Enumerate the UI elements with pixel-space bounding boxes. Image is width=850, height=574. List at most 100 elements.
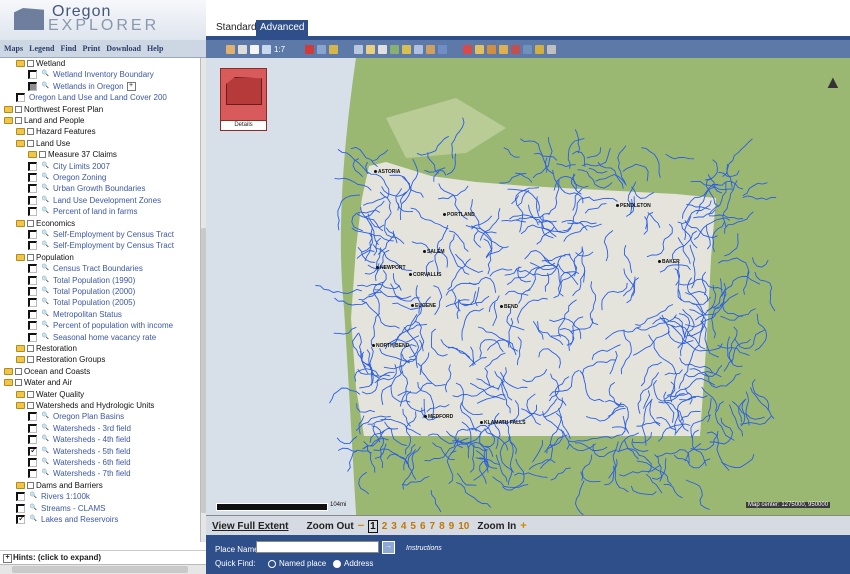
tree-label[interactable]: Wetland <box>36 58 65 69</box>
tree-group[interactable]: Restoration Groups <box>16 354 105 365</box>
pan-tool-icon[interactable] <box>250 44 259 54</box>
details-label[interactable]: Details <box>220 120 267 131</box>
folder-icon[interactable] <box>16 128 25 136</box>
tree-label[interactable]: Watersheds - 6th field <box>53 457 131 468</box>
tree-label[interactable]: Wetland Inventory Boundary <box>53 69 154 80</box>
menu-download[interactable]: Download <box>106 44 141 53</box>
tree-layer[interactable]: 🔍 Percent of population with income <box>28 320 173 331</box>
hints-label[interactable]: Hints: (click to expand) <box>13 553 101 562</box>
folder-icon[interactable] <box>28 151 37 159</box>
folder-icon[interactable] <box>16 402 25 409</box>
layer-checkbox[interactable] <box>28 445 38 456</box>
zoom-level-3[interactable]: 3 <box>391 521 397 532</box>
tree-label[interactable]: Water and Air <box>24 377 72 388</box>
tree-layer[interactable]: 🔍 Urban Growth Boundaries <box>28 183 146 194</box>
tree-label[interactable]: Seasonal home vacancy rate <box>53 332 156 343</box>
tree-label[interactable]: Percent of land in farms <box>53 206 137 217</box>
tree-layer[interactable]: 🔍 Self-Employment by Census Tract <box>28 240 174 251</box>
email-icon[interactable] <box>329 44 339 54</box>
tree-label[interactable]: Watersheds and Hydrologic Units <box>36 400 154 411</box>
select-icon[interactable] <box>390 44 400 54</box>
layer-checkbox[interactable] <box>28 70 37 80</box>
tree-layer[interactable]: 🔍 Land Use Development Zones <box>28 195 161 206</box>
group-checkbox[interactable] <box>15 117 22 124</box>
zoom-level-7[interactable]: 7 <box>430 521 436 532</box>
tree-layer[interactable]: 🔍 Oregon Plan Basins <box>28 411 124 422</box>
tree-layer[interactable]: 🔍 Watersheds - 4th field <box>28 434 131 445</box>
expand-icon[interactable]: + <box>3 554 12 563</box>
menu-maps[interactable]: Maps <box>4 44 23 53</box>
folder-icon[interactable] <box>16 219 25 227</box>
tree-layer[interactable]: 🔍 Metropolitan Status <box>28 309 122 320</box>
erase-icon[interactable] <box>547 44 557 54</box>
draw-polygon-icon[interactable] <box>487 44 497 54</box>
help-tool-icon[interactable] <box>438 44 448 54</box>
tree-layer[interactable]: 🔍 Oregon Zoning <box>28 172 106 183</box>
view-full-extent-link[interactable]: View Full Extent <box>212 521 289 532</box>
layer-info-icon[interactable]: 🔍 <box>41 321 50 330</box>
layer-info-icon[interactable]: 🔍 <box>29 515 38 524</box>
find-icon[interactable] <box>378 44 388 54</box>
layer-checkbox[interactable] <box>28 241 37 251</box>
tree-label[interactable]: Water Quality <box>36 389 84 400</box>
folder-icon[interactable] <box>16 139 25 147</box>
group-checkbox[interactable] <box>27 402 34 409</box>
measure-icon[interactable] <box>414 44 424 54</box>
menu-print[interactable]: Print <box>82 44 100 53</box>
identify-icon[interactable] <box>354 44 364 54</box>
tree-label[interactable]: Census Tract Boundaries <box>53 263 143 274</box>
save-icon[interactable] <box>317 44 327 54</box>
instructions-link[interactable]: Instructions <box>406 545 442 552</box>
group-checkbox[interactable] <box>27 390 34 398</box>
group-checkbox[interactable] <box>27 219 34 227</box>
radio-icon[interactable] <box>268 559 276 568</box>
group-checkbox[interactable] <box>27 345 34 352</box>
tree-layer[interactable]: 🔍 Total Population (1990) <box>28 275 135 286</box>
zoom-level-6[interactable]: 6 <box>420 521 426 532</box>
group-checkbox[interactable] <box>15 367 22 375</box>
tree-label[interactable]: Land Use Development Zones <box>53 195 161 206</box>
layer-checkbox[interactable] <box>28 321 37 331</box>
layer-checkbox[interactable] <box>28 275 37 285</box>
tree-group[interactable]: Water and Air <box>4 377 72 388</box>
tree-group[interactable]: Restoration <box>16 343 77 354</box>
tree-label[interactable]: Percent of population with income <box>53 320 173 331</box>
zoom-level-2[interactable]: 2 <box>382 521 388 532</box>
folder-icon[interactable] <box>4 367 13 375</box>
tree-layer[interactable]: 🔍 Watersheds - 3rd field <box>28 423 131 434</box>
layer-info-icon[interactable]: 🔍 <box>41 435 50 444</box>
folder-icon[interactable] <box>16 390 25 398</box>
tree-label[interactable]: Population <box>36 252 74 263</box>
layer-info-icon[interactable]: 🔍 <box>41 287 50 296</box>
tree-layer[interactable]: 🔍 Total Population (2000) <box>28 286 135 297</box>
layer-info-icon[interactable]: 🔍 <box>41 70 50 79</box>
draw-line-icon[interactable] <box>475 44 485 54</box>
radio-icon[interactable] <box>333 559 341 568</box>
tree-label[interactable]: Watersheds - 7th field <box>53 468 131 479</box>
layer-checkbox[interactable] <box>28 458 37 467</box>
tree-layer[interactable]: 🔍 Total Population (2005) <box>28 297 135 308</box>
tree-layer[interactable]: 🔍Lakes and Reservoirs <box>16 513 118 525</box>
menu-legend[interactable]: Legend <box>29 44 54 53</box>
layer-info-icon[interactable]: 🔍 <box>29 504 38 513</box>
zoom-level-10[interactable]: 10 <box>458 521 469 532</box>
layer-info-icon[interactable]: 🔍 <box>41 230 50 239</box>
layer-checkbox[interactable] <box>28 264 37 274</box>
tree-group[interactable]: Economics <box>16 218 75 229</box>
tree-group[interactable]: Population <box>16 252 74 263</box>
tree-label[interactable]: Ocean and Coasts <box>24 366 90 377</box>
expand-icon[interactable]: + <box>126 81 136 91</box>
layer-checkbox[interactable] <box>28 435 37 445</box>
folder-icon[interactable] <box>16 60 25 67</box>
layer-info-icon[interactable]: 🔍 <box>41 184 50 193</box>
place-name-input[interactable] <box>256 541 379 553</box>
zoom-level-4[interactable]: 4 <box>401 521 407 532</box>
tab-standard[interactable]: Standard <box>212 20 261 36</box>
layer-checkbox[interactable] <box>16 513 26 524</box>
layer-info-icon[interactable]: 🔍 <box>41 333 50 342</box>
layer-checkbox[interactable] <box>28 207 37 217</box>
tree-label[interactable]: Urban Growth Boundaries <box>53 183 146 194</box>
buffer-icon[interactable] <box>402 44 412 54</box>
tree-label[interactable]: Economics <box>36 218 75 229</box>
layer-checkbox[interactable] <box>16 503 25 513</box>
